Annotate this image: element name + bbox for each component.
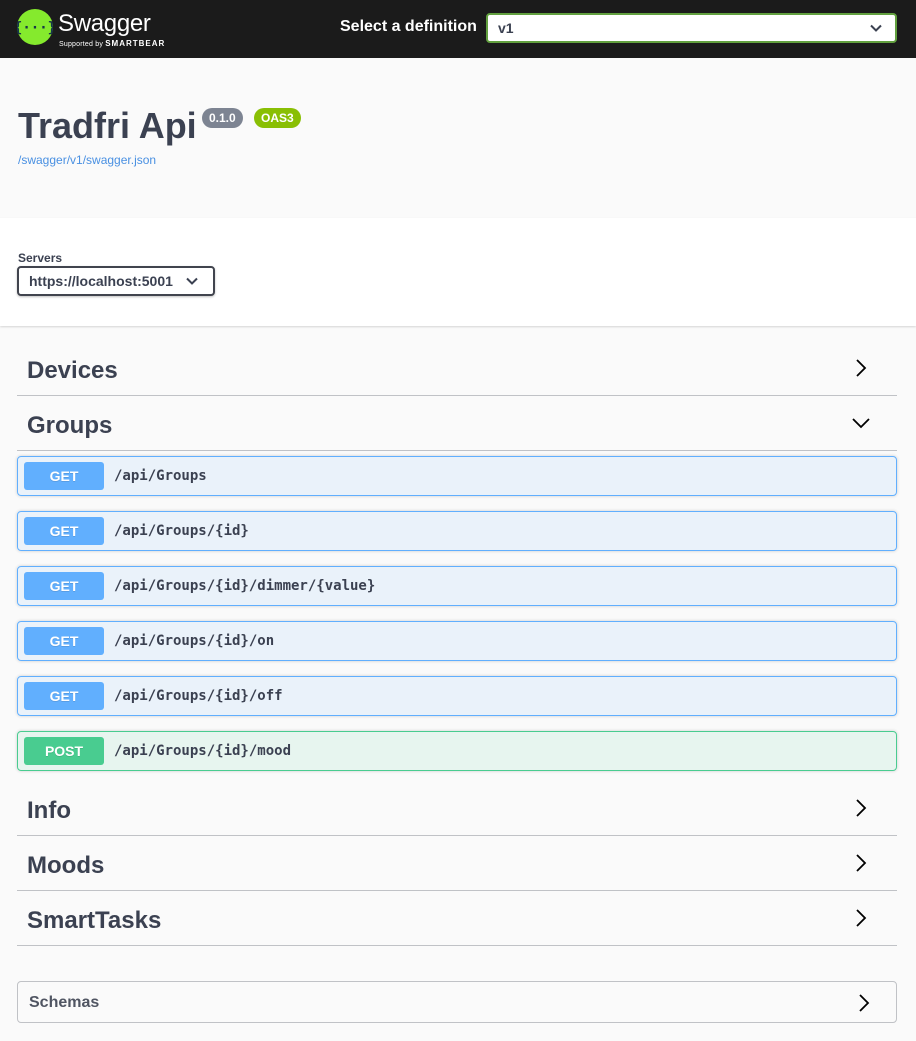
method-badge: GET [24,462,104,490]
operation-path: /api/Groups/{id}/on [114,633,275,649]
version-badge: 0.1.0 [202,108,243,128]
chevron-down-icon [186,277,198,285]
tag-info[interactable]: Info [17,780,897,836]
api-title: Tradfri Api [18,105,197,146]
operation-path: /api/Groups/{id}/off [114,688,283,704]
method-badge: GET [24,627,104,655]
tag-name: Info [27,797,71,824]
chevron-down-icon [852,418,870,429]
servers-label: Servers [18,251,63,265]
chevron-down-icon [870,24,882,32]
brand-subtitle: Supported by SMARTBEAR [59,39,165,48]
operation-get-group-on[interactable]: GET /api/Groups/{id}/on [17,621,897,661]
servers-value: https://localhost:5001 [29,273,173,289]
tag-name: Moods [27,852,105,879]
servers-section: Servers https://localhost:5001 [0,218,916,326]
operation-post-group-mood[interactable]: POST /api/Groups/{id}/mood [17,731,897,771]
chevron-right-icon [856,359,867,377]
operation-path: /api/Groups/{id}/dimmer/{value} [114,578,376,594]
chevron-right-icon [859,994,870,1012]
method-badge: GET [24,572,104,600]
servers-select[interactable]: https://localhost:5001 [17,266,215,296]
tag-name: Devices [27,357,118,384]
method-badge: GET [24,682,104,710]
swagger-logo-icon[interactable]: {···} [17,9,53,45]
brand-name[interactable]: Swagger [58,10,151,38]
tag-smarttasks[interactable]: SmartTasks [17,890,897,946]
svg-text:{···}: {···} [17,20,53,36]
definition-select[interactable]: v1 [486,13,897,43]
definition-label: Select a definition [340,18,477,35]
tag-groups[interactable]: Groups [17,395,897,451]
schemas-section[interactable]: Schemas [17,981,897,1023]
operation-get-group-by-id[interactable]: GET /api/Groups/{id} [17,511,897,551]
method-badge: POST [24,737,104,765]
brand-sub-company: SMARTBEAR [105,39,166,48]
operation-path: /api/Groups/{id} [114,523,249,539]
operation-get-groups[interactable]: GET /api/Groups [17,456,897,496]
schemas-label: Schemas [29,994,100,1011]
topbar: {···} Swagger Supported by SMARTBEAR Sel… [0,0,916,58]
operation-path: /api/Groups [114,468,207,484]
tag-name: Groups [27,412,113,439]
operation-path: /api/Groups/{id}/mood [114,743,292,759]
operation-get-group-off[interactable]: GET /api/Groups/{id}/off [17,676,897,716]
definition-value: v1 [498,20,514,36]
method-badge: GET [24,517,104,545]
brand-sub-prefix: Supported by [59,41,104,48]
spec-url-link[interactable]: /swagger/v1/swagger.json [18,153,156,167]
chevron-right-icon [856,799,867,817]
chevron-right-icon [856,909,867,927]
operation-get-group-dimmer[interactable]: GET /api/Groups/{id}/dimmer/{value} [17,566,897,606]
tag-name: SmartTasks [27,907,162,934]
oas-badge: OAS3 [254,108,301,128]
tag-devices[interactable]: Devices [17,340,897,396]
tag-moods[interactable]: Moods [17,835,897,891]
chevron-right-icon [856,854,867,872]
